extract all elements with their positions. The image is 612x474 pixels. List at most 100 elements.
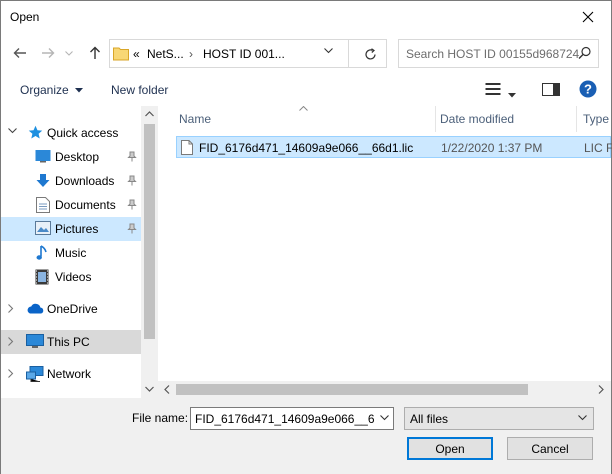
sidebar-item-label: Music (55, 246, 87, 260)
new-folder-button[interactable]: New folder (111, 83, 168, 97)
view-menu-icon (485, 83, 501, 95)
sidebar-item-desktop[interactable]: Desktop (1, 145, 141, 169)
sidebar-item-network[interactable]: Network (1, 362, 141, 386)
sidebar-item-onedrive[interactable]: OneDrive (1, 297, 141, 321)
organize-label: Organize (20, 83, 69, 97)
sidebar-item-this-pc[interactable]: This PC (1, 330, 141, 354)
address-bar[interactable]: « NetS... › HOST ID 001... (109, 39, 387, 68)
search-icon[interactable] (578, 46, 592, 60)
navigation-bar: « NetS... › HOST ID 001... Search HOST I… (1, 32, 611, 74)
sidebar-item-label: OneDrive (47, 302, 98, 316)
caret-down-icon (75, 88, 84, 93)
column-header-name[interactable]: Name (176, 106, 436, 132)
download-icon (36, 174, 50, 187)
sidebar-item-label: Pictures (55, 222, 99, 236)
column-header-label: Date modified (440, 112, 515, 126)
caret-down-icon (508, 93, 516, 98)
column-header-label: Name (179, 112, 212, 126)
organize-menu[interactable]: Organize (20, 83, 84, 97)
navigation-pane-scrollbar[interactable] (141, 106, 158, 398)
videos-icon (35, 269, 49, 285)
scroll-right-icon[interactable] (598, 385, 604, 394)
address-overflow-chevron[interactable]: « (133, 47, 140, 61)
file-name-label: File name: (132, 411, 189, 425)
recent-locations-button[interactable] (62, 42, 76, 64)
address-divider (348, 40, 349, 67)
chevron-right-icon[interactable] (8, 369, 14, 378)
window-title: Open (10, 10, 40, 24)
arrow-left-icon (13, 48, 26, 58)
file-icon (181, 140, 193, 155)
scroll-left-icon[interactable] (164, 385, 170, 394)
chevron-right-icon[interactable] (8, 304, 14, 313)
sidebar-item-label: Videos (55, 270, 92, 284)
desktop-icon (35, 150, 51, 163)
arrow-right-icon (42, 48, 55, 58)
network-icon (26, 366, 44, 382)
refresh-icon (364, 47, 376, 60)
breadcrumb-item[interactable]: HOST ID 001... (203, 47, 285, 61)
file-name: FID_6176d471_14609a9e066__66d1.lic (199, 141, 414, 155)
column-header-label: Type (583, 112, 610, 126)
pin-icon[interactable] (127, 199, 137, 210)
title-bar: Open (1, 1, 611, 32)
command-bar: Organize New folder ? (1, 74, 611, 106)
column-header-type[interactable]: Type (577, 106, 611, 132)
file-type-filter[interactable]: All files (404, 407, 594, 430)
cancel-button[interactable]: Cancel (507, 437, 593, 460)
file-name-field[interactable]: FID_6176d471_14609a9e066__66d1.lic (195, 412, 375, 426)
chevron-right-icon[interactable] (8, 337, 14, 346)
chevron-down-icon[interactable] (324, 48, 333, 54)
sidebar-item-label: Network (47, 367, 92, 381)
breadcrumb-separator: › (189, 47, 193, 61)
view-dropdown-button[interactable] (508, 87, 516, 101)
search-input[interactable]: Search HOST ID 00155d968724 (406, 47, 579, 61)
sidebar-item-label: This PC (47, 335, 90, 349)
up-button[interactable] (84, 42, 106, 64)
pin-icon[interactable] (127, 151, 137, 162)
scrollbar-thumb[interactable] (176, 384, 528, 395)
forward-button[interactable] (37, 42, 59, 64)
scroll-down-icon[interactable] (145, 386, 154, 392)
file-date-modified: 1/22/2020 1:37 PM (441, 141, 543, 155)
sidebar-item-documents[interactable]: Documents (1, 193, 141, 217)
close-icon (582, 11, 594, 22)
open-button[interactable]: Open (407, 437, 493, 460)
file-type: LIC F (584, 141, 612, 155)
sidebar-item-quick-access[interactable]: Quick access (1, 121, 141, 145)
scroll-up-icon[interactable] (145, 111, 154, 117)
search-box[interactable]: Search HOST ID 00155d968724 (398, 39, 599, 68)
chevron-down-icon[interactable] (380, 415, 389, 421)
pin-icon[interactable] (127, 175, 137, 186)
sidebar-item-label: Quick access (47, 126, 119, 140)
back-button[interactable] (9, 42, 31, 64)
file-type-filter-value: All files (410, 412, 449, 426)
sidebar-item-videos[interactable]: Videos (1, 265, 141, 289)
file-name-combobox[interactable]: FID_6176d471_14609a9e066__66d1.lic (190, 407, 394, 430)
documents-icon (36, 197, 50, 213)
computer-icon (26, 334, 44, 348)
preview-pane-button[interactable] (542, 83, 560, 99)
refresh-button[interactable] (358, 45, 382, 63)
view-options-button[interactable] (485, 82, 501, 99)
file-list-horizontal-scrollbar[interactable] (158, 381, 611, 398)
scrollbar-thumb[interactable] (144, 124, 155, 339)
folder-icon (113, 47, 129, 61)
chevron-down-icon[interactable] (8, 128, 17, 134)
pin-icon[interactable] (127, 223, 137, 234)
file-row[interactable]: FID_6176d471_14609a9e066__66d1.lic 1/22/… (176, 136, 612, 158)
close-button[interactable] (565, 1, 611, 32)
breadcrumb-item[interactable]: NetS... (147, 47, 184, 61)
svg-text:?: ? (584, 82, 592, 97)
help-icon: ? (579, 80, 597, 98)
chevron-down-icon (578, 415, 587, 421)
star-icon (28, 125, 43, 139)
column-header-date-modified[interactable]: Date modified (436, 106, 576, 132)
help-button[interactable]: ? (579, 80, 597, 101)
music-icon (36, 245, 47, 260)
sidebar-item-pictures[interactable]: Pictures (1, 217, 141, 241)
cloud-icon (27, 303, 44, 314)
preview-pane-icon (542, 83, 560, 96)
sidebar-item-music[interactable]: Music (1, 241, 141, 265)
sidebar-item-downloads[interactable]: Downloads (1, 169, 141, 193)
